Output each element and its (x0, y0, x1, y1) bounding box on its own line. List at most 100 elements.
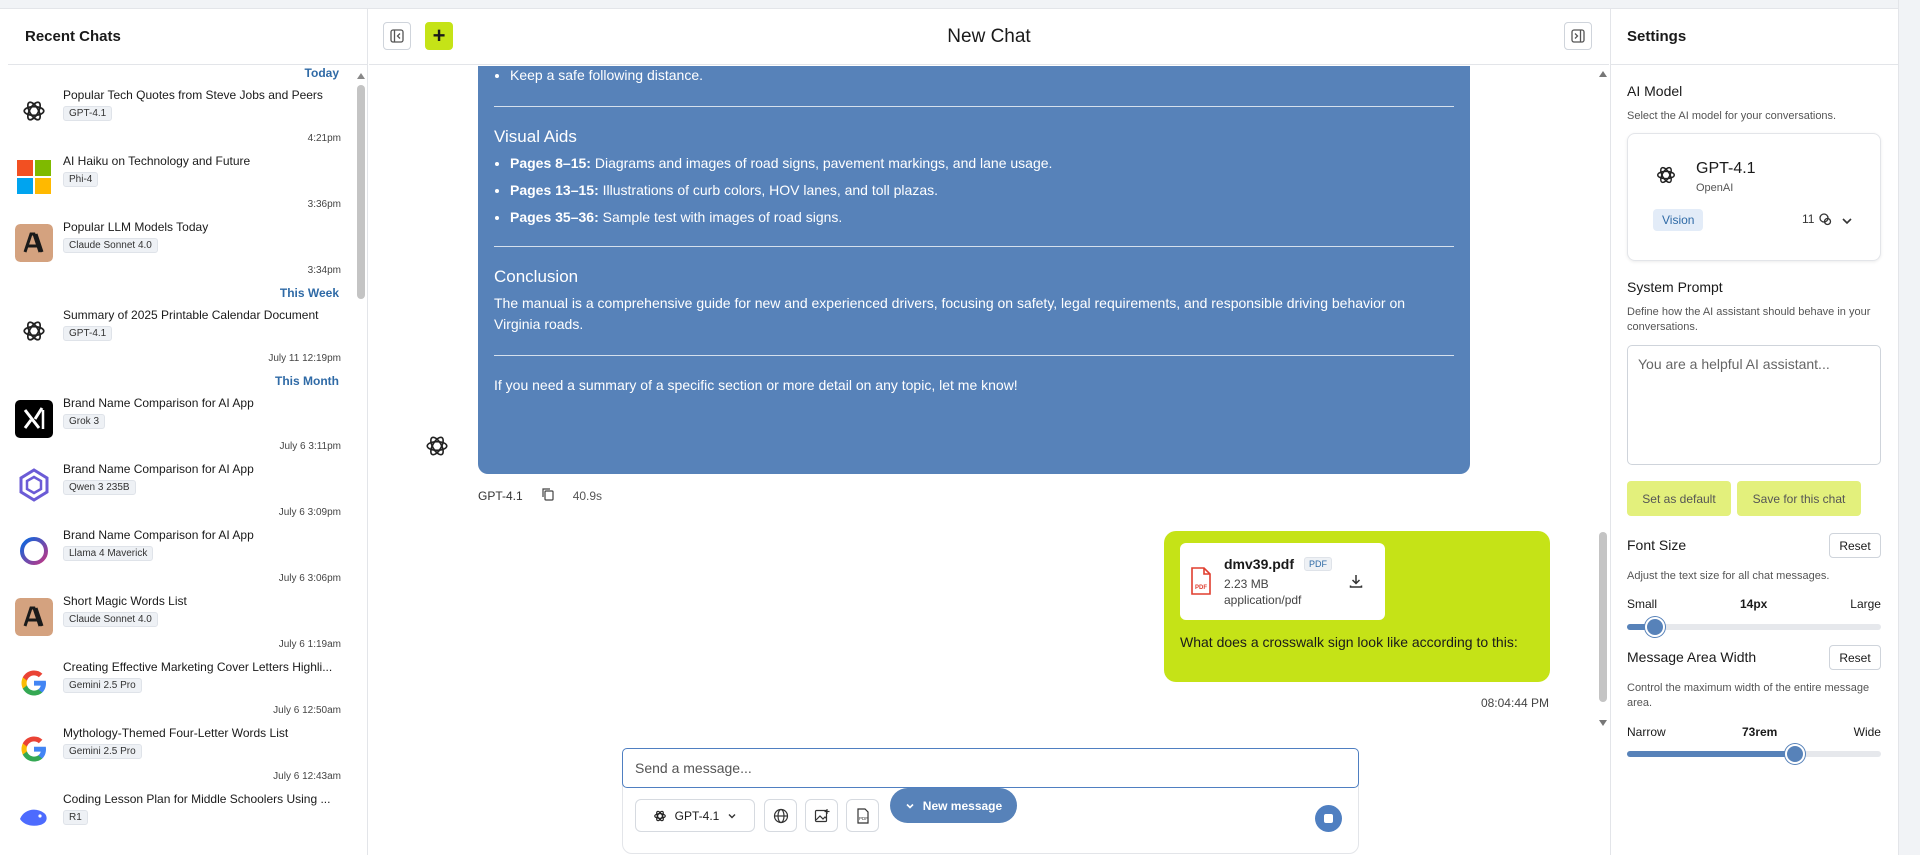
slider-fill (1627, 751, 1795, 757)
model-card[interactable]: GPT-4.1 OpenAI Vision 11 (1627, 133, 1881, 261)
font-size-reset-button[interactable]: Reset (1829, 533, 1881, 558)
model-badge: Claude Sonnet 4.0 (63, 238, 158, 253)
file-mime: application/pdf (1224, 593, 1302, 607)
font-size-slider[interactable] (1627, 617, 1881, 637)
microsoft-icon (15, 158, 53, 196)
ai-model-description: Select the AI model for your conversatio… (1627, 110, 1837, 122)
chat-list-item[interactable]: AI Haiku on Technology and Future Phi-4 3:… (8, 150, 353, 216)
message-input[interactable] (622, 748, 1359, 788)
chat-list-item[interactable]: Popular LLM Models Today Claude Sonnet 4.… (8, 216, 353, 282)
system-prompt-title: System Prompt (1627, 279, 1723, 295)
chat-list[interactable]: Today Popular Tech Quotes from Steve Jobs… (8, 66, 353, 855)
message-timestamp: 08:04:44 PM (1480, 696, 1549, 710)
copy-icon[interactable] (541, 487, 555, 504)
model-badge: GPT-4.1 (63, 326, 113, 341)
chevron-down-icon[interactable] (1841, 214, 1853, 232)
message-meta: GPT-4.1 40.9s (478, 487, 602, 504)
chat-list-item[interactable]: Mythology-Themed Four-Letter Words List G… (8, 722, 353, 788)
chat-list-item[interactable]: Brand Name Comparison for AI App Qwen 3 2… (8, 458, 353, 524)
chat-list-item[interactable]: Short Magic Words List Claude Sonnet 4.0 J… (8, 590, 353, 656)
scrollbar-thumb[interactable] (357, 85, 365, 299)
message-width-description: Control the maximum width of the entire … (1627, 682, 1870, 709)
attach-pdf-button[interactable]: PDF (846, 799, 879, 832)
app-window: Recent Chats Today Popular Tech Quotes fr… (0, 0, 1920, 855)
stop-icon (1324, 814, 1333, 823)
section-label: Today (304, 66, 339, 80)
openai-icon (15, 312, 53, 350)
stop-generation-button[interactable] (1315, 805, 1342, 832)
system-prompt-input[interactable] (1627, 345, 1881, 465)
model-name: GPT-4.1 (1696, 160, 1756, 177)
list-item: Pages 8–15: Diagrams and images of road … (510, 150, 1454, 177)
new-message-button[interactable]: New message (890, 788, 1017, 823)
width-max-label: Wide (1853, 725, 1881, 739)
attach-image-button[interactable] (805, 799, 838, 832)
assistant-message-bubble: Keep a safe following distance. Visual A… (478, 66, 1470, 474)
sidebar: Recent Chats Today Popular Tech Quotes fr… (8, 9, 368, 855)
save-for-chat-button[interactable]: Save for this chat (1737, 481, 1861, 516)
globe-icon (773, 808, 788, 823)
conclusion-text: The manual is a comprehensive guide for … (494, 295, 1406, 332)
chat-title: Mythology-Themed Four-Letter Words List (63, 726, 289, 740)
slider-thumb[interactable] (1644, 617, 1665, 637)
font-size-value: 14px (1739, 597, 1768, 611)
new-message-label: New message (922, 798, 1003, 813)
message-width-title: Message Area Width (1627, 649, 1757, 665)
google-icon (15, 730, 53, 768)
slider-thumb[interactable] (1784, 744, 1805, 764)
chat-area: Keep a safe following distance. Visual A… (369, 66, 1609, 855)
chat-list-item[interactable]: Coding Lesson Plan for Middle Schoolers … (8, 788, 353, 854)
list-item: Keep a safe following distance. (510, 66, 1454, 89)
divider (494, 246, 1454, 247)
message-width-slider[interactable] (1627, 744, 1881, 764)
model-provider: OpenAI (1696, 182, 1734, 194)
page-title: New Chat (947, 26, 1031, 47)
openai-icon (15, 92, 53, 130)
anthropic-icon (15, 598, 53, 636)
chevron-down-icon (906, 803, 914, 809)
set-as-default-button[interactable]: Set as default (1627, 481, 1731, 516)
chevron-down-icon (728, 813, 736, 818)
settings-panel: Settings AI Model Select the AI model fo… (1610, 9, 1898, 855)
chat-list-item[interactable]: Brand Name Comparison for AI App Llama 4 … (8, 524, 353, 590)
chat-title: Popular Tech Quotes from Steve Jobs and … (63, 88, 323, 102)
chat-list-item[interactable]: Creating Effective Marketing Cover Lette… (8, 656, 353, 722)
closing-text: If you need a summary of a specific sect… (494, 377, 1018, 393)
chat-list-item[interactable]: Summary of 2025 Printable Calendar Docum… (8, 304, 353, 370)
chat-title: Popular LLM Models Today (63, 220, 209, 234)
scroll-up-arrow-icon[interactable] (1599, 71, 1607, 77)
pdf-file-icon: PDF (1190, 567, 1212, 600)
message-width-reset-button[interactable]: Reset (1829, 645, 1881, 670)
download-icon[interactable] (1348, 573, 1364, 594)
scroll-down-arrow-icon[interactable] (1599, 720, 1607, 726)
sidebar-scrollbar[interactable] (355, 69, 366, 855)
qwen-icon (15, 466, 53, 504)
model-badge: Gemini 2.5 Pro (63, 744, 142, 759)
file-attachment-card[interactable]: PDF dmv39.pdf PDF 2.23 MB application/pd… (1180, 543, 1385, 620)
model-badge: Grok 3 (63, 414, 106, 429)
model-selector[interactable]: GPT-4.1 (635, 799, 755, 832)
section-label: This Week (279, 286, 339, 300)
chat-list-item[interactable]: Brand Name Comparison for AI App Grok 3 Ju… (8, 392, 353, 458)
web-search-button[interactable] (764, 799, 797, 832)
chat-timestamp: July 6 3:06pm (278, 573, 341, 584)
anthropic-icon (15, 224, 53, 262)
font-size-title: Font Size (1627, 537, 1687, 553)
xai-icon (15, 400, 53, 438)
chat-title: Summary of 2025 Printable Calendar Docum… (63, 308, 319, 322)
toggle-settings-button[interactable] (1564, 22, 1592, 50)
scrollbar-thumb[interactable] (1599, 532, 1607, 702)
chat-scrollbar[interactable] (1597, 66, 1609, 855)
section-label: This Month (275, 374, 339, 388)
visual-aids-list: Pages 8–15: Diagrams and images of road … (494, 150, 1454, 231)
settings-title: Settings (1611, 9, 1898, 65)
chat-list-item[interactable]: Popular Tech Quotes from Steve Jobs and … (8, 84, 353, 150)
message-duration: 40.9s (572, 488, 603, 503)
pdf-upload-icon: PDF (856, 807, 869, 824)
scroll-up-arrow-icon[interactable] (357, 73, 365, 79)
chat-timestamp: 3:34pm (307, 265, 341, 276)
chat-timestamp: July 6 1:19am (278, 639, 341, 650)
model-selector-label: GPT-4.1 (674, 808, 720, 823)
ai-model-title: AI Model (1627, 83, 1683, 99)
file-name: dmv39.pdf (1224, 556, 1295, 572)
